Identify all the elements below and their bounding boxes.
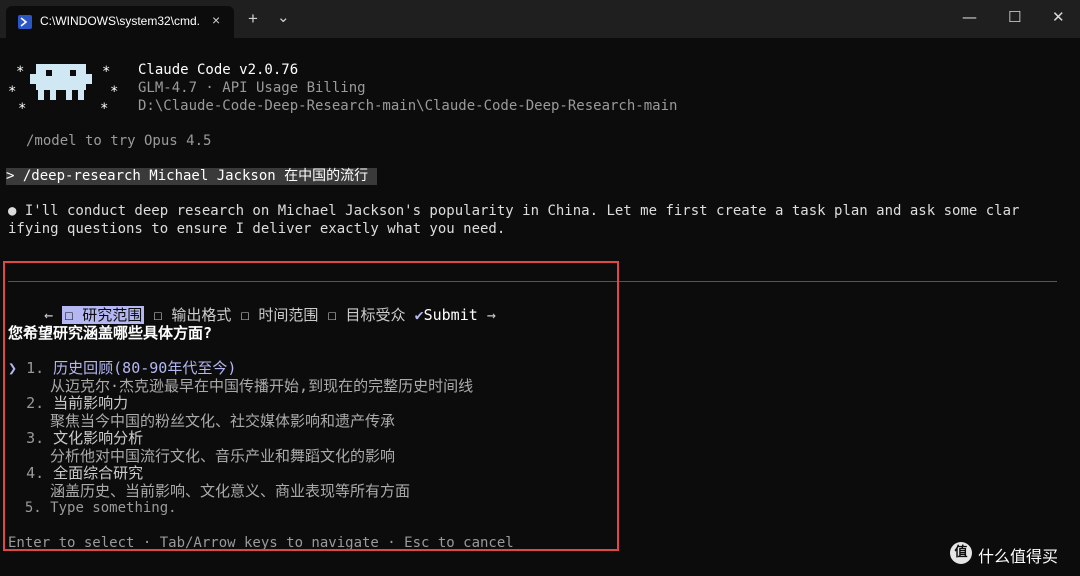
- title-bar: C:\WINDOWS\system32\cmd. × + ⌄ — ☐ ✕: [0, 0, 1080, 38]
- svg-text:*: *: [16, 64, 24, 80]
- highlight-box: [3, 261, 619, 551]
- watermark-text: 什么值得买: [978, 547, 1059, 566]
- minimize-button[interactable]: —: [962, 8, 977, 26]
- tab-close-icon[interactable]: ×: [212, 12, 220, 28]
- svg-text:*: *: [18, 101, 26, 117]
- response-line-2: ifying questions to ensure I deliver exa…: [8, 221, 506, 237]
- svg-text:*: *: [102, 64, 110, 80]
- claude-logo-icon: * * * * * *: [8, 64, 118, 117]
- working-directory: D:\Claude-Code-Deep-Research-main\Claude…: [138, 98, 678, 114]
- tab-title: C:\WINDOWS\system32\cmd.: [40, 14, 201, 28]
- svg-text:*: *: [100, 101, 108, 117]
- close-button[interactable]: ✕: [1052, 8, 1065, 26]
- tab-dropdown-icon[interactable]: ⌄: [277, 8, 290, 26]
- model-hint: /model to try Opus 4.5: [26, 133, 212, 149]
- app-version: Claude Code v2.0.76: [138, 62, 299, 78]
- maximize-button[interactable]: ☐: [1008, 8, 1021, 26]
- watermark-logo-icon: 值: [950, 542, 972, 564]
- watermark: 值 什么值得买: [950, 540, 1080, 568]
- powershell-icon: [18, 15, 32, 29]
- terminal-tab[interactable]: C:\WINDOWS\system32\cmd. ×: [6, 6, 234, 38]
- user-command: > /deep-research Michael Jackson 在中国的流行: [6, 168, 377, 185]
- response-line-1: ● I'll conduct deep research on Michael …: [8, 203, 1020, 219]
- new-tab-button[interactable]: +: [248, 9, 258, 29]
- svg-text:*: *: [110, 84, 118, 100]
- billing-info: GLM-4.7 · API Usage Billing: [138, 80, 366, 96]
- svg-text:*: *: [8, 84, 16, 100]
- terminal-area[interactable]: * * * * * * Claude Code v2.0.76 GLM-4.7 …: [0, 38, 1080, 576]
